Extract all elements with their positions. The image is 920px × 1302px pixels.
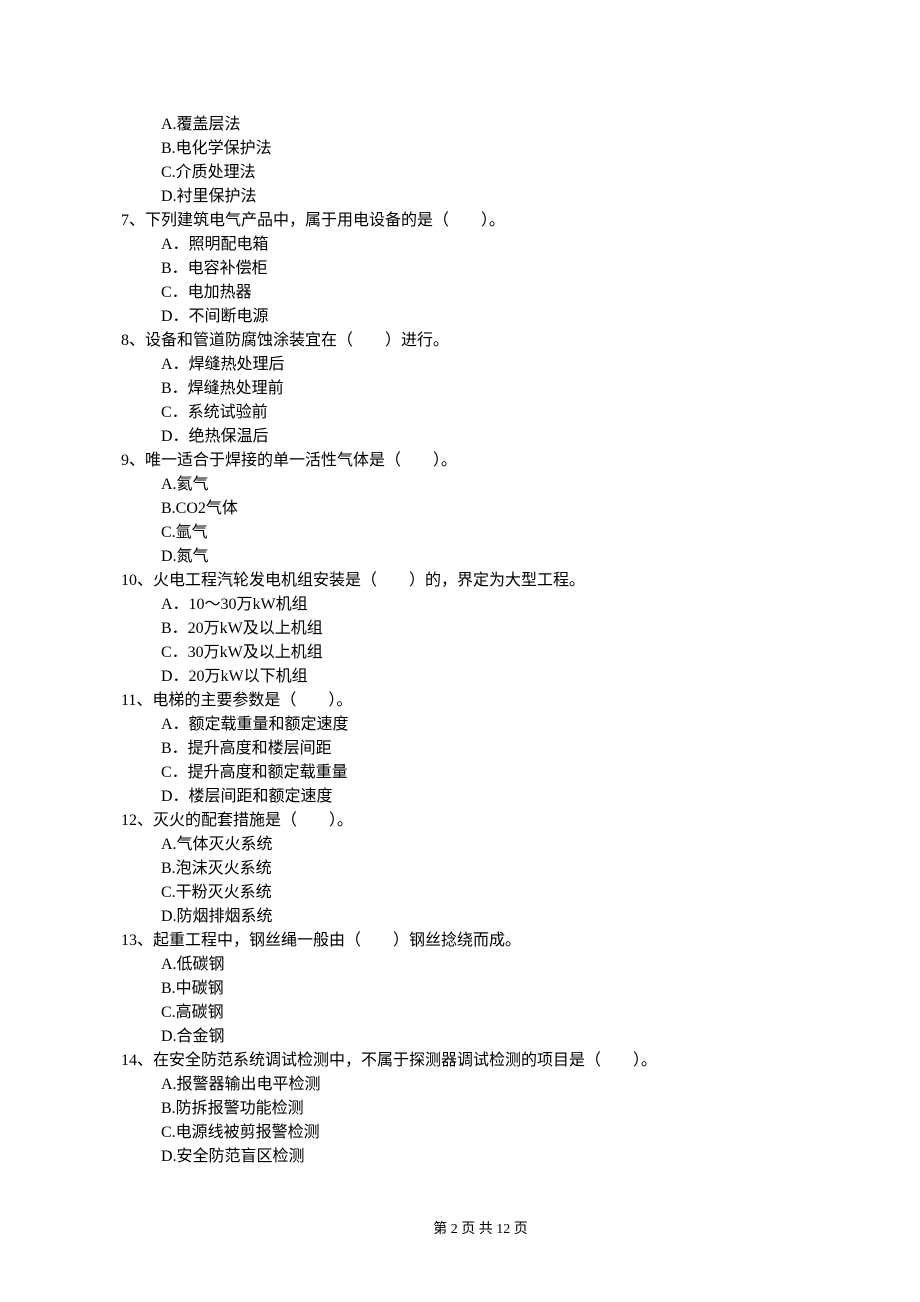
option-group: A．额定载重量和额定速度B．提升高度和楼层间距C．提升高度和额定载重量D．楼层间… <box>121 713 840 809</box>
option-group: A.覆盖层法B.电化学保护法C.介质处理法D.衬里保护法 <box>121 113 840 209</box>
option: B．提升高度和楼层间距 <box>161 737 840 761</box>
option: D.衬里保护法 <box>161 185 840 209</box>
question-stem: 14、在安全防范系统调试检测中，不属于探测器调试检测的项目是（ ）。 <box>121 1049 840 1073</box>
question-stem: 12、灭火的配套措施是（ ）。 <box>121 809 840 833</box>
option-group: A．照明配电箱B．电容补偿柜C．电加热器D．不间断电源 <box>121 233 840 329</box>
option: D．绝热保温后 <box>161 425 840 449</box>
question-stem: 7、下列建筑电气产品中，属于用电设备的是（ ）。 <box>121 209 840 233</box>
option: B．电容补偿柜 <box>161 257 840 281</box>
option: B.泡沫灭火系统 <box>161 857 840 881</box>
document-body: A.覆盖层法B.电化学保护法C.介质处理法D.衬里保护法7、下列建筑电气产品中，… <box>121 113 840 1169</box>
option-group: A.气体灭火系统B.泡沫灭火系统C.干粉灭火系统D.防烟排烟系统 <box>121 833 840 929</box>
option: B．焊缝热处理前 <box>161 377 840 401</box>
option: C．30万kW及以上机组 <box>161 641 840 665</box>
option-group: A．10～30万kW机组B．20万kW及以上机组C．30万kW及以上机组D．20… <box>121 593 840 689</box>
option: C.电源线被剪报警检测 <box>161 1121 840 1145</box>
option: B．20万kW及以上机组 <box>161 617 840 641</box>
option: B.防拆报警功能检测 <box>161 1097 840 1121</box>
option: C.介质处理法 <box>161 161 840 185</box>
option: C.高碳钢 <box>161 1001 840 1025</box>
option: D.氮气 <box>161 545 840 569</box>
question-stem: 13、起重工程中，钢丝绳一般由（ ）钢丝捻绕而成。 <box>121 929 840 953</box>
option: A.低碳钢 <box>161 953 840 977</box>
option: C．电加热器 <box>161 281 840 305</box>
option: D.合金钢 <box>161 1025 840 1049</box>
option: D.防烟排烟系统 <box>161 905 840 929</box>
option: D．楼层间距和额定速度 <box>161 785 840 809</box>
option-group: A.低碳钢B.中碳钢C.高碳钢D.合金钢 <box>121 953 840 1049</box>
option: A．照明配电箱 <box>161 233 840 257</box>
option: D.安全防范盲区检测 <box>161 1145 840 1169</box>
option: D．不间断电源 <box>161 305 840 329</box>
option: A.氦气 <box>161 473 840 497</box>
question-stem: 11、电梯的主要参数是（ ）。 <box>121 689 840 713</box>
option: B.中碳钢 <box>161 977 840 1001</box>
option: C.干粉灭火系统 <box>161 881 840 905</box>
option-group: A．焊缝热处理后B．焊缝热处理前C．系统试验前D．绝热保温后 <box>121 353 840 449</box>
option: A．焊缝热处理后 <box>161 353 840 377</box>
option: A.报警器输出电平检测 <box>161 1073 840 1097</box>
question-stem: 8、设备和管道防腐蚀涂装宜在（ ）进行。 <box>121 329 840 353</box>
option: A．额定载重量和额定速度 <box>161 713 840 737</box>
option: B.CO2气体 <box>161 497 840 521</box>
option: C．提升高度和额定载重量 <box>161 761 840 785</box>
option: A.覆盖层法 <box>161 113 840 137</box>
option: A．10～30万kW机组 <box>161 593 840 617</box>
option: C.氩气 <box>161 521 840 545</box>
option: B.电化学保护法 <box>161 137 840 161</box>
option: A.气体灭火系统 <box>161 833 840 857</box>
option: C．系统试验前 <box>161 401 840 425</box>
option-group: A.氦气B.CO2气体C.氩气D.氮气 <box>121 473 840 569</box>
question-stem: 9、唯一适合于焊接的单一活性气体是（ ）。 <box>121 449 840 473</box>
option-group: A.报警器输出电平检测B.防拆报警功能检测C.电源线被剪报警检测D.安全防范盲区… <box>121 1073 840 1169</box>
option: D．20万kW以下机组 <box>161 665 840 689</box>
question-stem: 10、火电工程汽轮发电机组安装是（ ）的，界定为大型工程。 <box>121 569 840 593</box>
page-footer: 第 2 页 共 12 页 <box>121 1219 840 1240</box>
